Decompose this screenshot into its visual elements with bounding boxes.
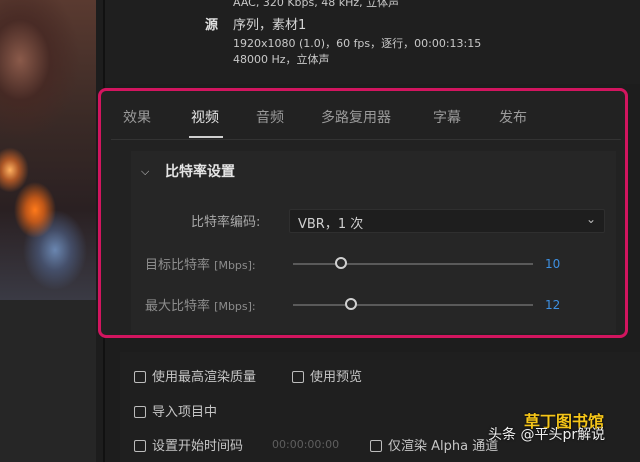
export-options: 使用最高渲染质量 使用预览 导入项目中 设置开始时间码 00:00:00:00 … — [120, 352, 640, 462]
video-info: 1920x1080 (1.0)，60 fps，逐行，00:00:13:15 — [233, 37, 482, 50]
slider-thumb[interactable] — [344, 298, 357, 310]
export-settings-panel: 效果 视频 音频 多路复用器 字幕 发布 ⌵ 比特率设置 比特率编码: VBR，… — [98, 88, 628, 338]
checkbox-icon[interactable] — [292, 371, 304, 383]
slider-thumb[interactable] — [335, 257, 347, 269]
tab-captions[interactable]: 字幕 — [433, 107, 461, 127]
checkbox-label: 使用最高渲染质量 — [152, 370, 257, 385]
checkbox-label: 仅渲染 Alpha 通道 — [388, 439, 499, 454]
slider-track — [293, 304, 533, 306]
tab-multiplexer[interactable]: 多路复用器 — [321, 107, 391, 127]
source-info: AAC, 320 Kbps, 48 kHz, 立体声 源 序列，素材1 1920… — [105, 0, 640, 84]
audio-info: 48000 Hz，立体声 — [233, 53, 330, 66]
preview-image — [0, 0, 96, 300]
tab-publish[interactable]: 发布 — [499, 107, 527, 127]
active-tab-indicator — [189, 136, 223, 138]
chevron-down-icon[interactable]: ⌵ — [141, 165, 149, 179]
program-preview — [0, 0, 96, 462]
target-bitrate-unit: [Mbps]: — [214, 259, 256, 272]
select-value: VBR，1 次 — [298, 217, 364, 232]
target-bitrate-text: 目标比特率 — [145, 258, 211, 273]
bitrate-encoding-select[interactable]: VBR，1 次 ⌄ — [289, 209, 605, 233]
tab-effects[interactable]: 效果 — [123, 107, 151, 127]
checkbox-icon[interactable] — [370, 440, 382, 452]
source-name: 序列，素材1 — [233, 18, 307, 33]
tab-video[interactable]: 视频 — [191, 107, 219, 127]
max-render-quality-checkbox[interactable]: 使用最高渲染质量 — [134, 366, 256, 385]
source-prefix: 源 — [205, 18, 219, 33]
use-preview-checkbox[interactable]: 使用预览 — [292, 366, 362, 385]
max-bitrate-text: 最大比特率 — [145, 299, 211, 314]
checkbox-icon[interactable] — [134, 406, 146, 418]
checkbox-label: 设置开始时间码 — [152, 439, 244, 454]
target-bitrate-label: 目标比特率 [Mbps]: — [145, 254, 256, 273]
target-bitrate-value[interactable]: 10 — [545, 257, 560, 271]
audio-summary: AAC, 320 Kbps, 48 kHz, 立体声 — [233, 0, 400, 9]
max-bitrate-slider[interactable] — [293, 297, 533, 313]
preview-background — [0, 300, 96, 462]
render-alpha-only-checkbox[interactable]: 仅渲染 Alpha 通道 — [370, 435, 498, 454]
bitrate-settings-section: ⌵ 比特率设置 比特率编码: VBR，1 次 ⌄ 目标比特率 [Mbps]: 1… — [131, 151, 616, 333]
section-title[interactable]: 比特率设置 — [165, 161, 235, 181]
bitrate-encoding-label: 比特率编码: — [191, 215, 261, 230]
chevron-down-icon: ⌄ — [585, 212, 596, 226]
set-start-timecode-checkbox[interactable]: 设置开始时间码 — [134, 435, 243, 454]
slider-track — [293, 263, 533, 265]
checkbox-label: 使用预览 — [310, 370, 363, 385]
checkbox-icon[interactable] — [134, 440, 146, 452]
checkbox-icon[interactable] — [134, 371, 146, 383]
checkbox-label: 导入项目中 — [152, 405, 218, 420]
start-timecode-field[interactable]: 00:00:00:00 — [272, 438, 339, 451]
target-bitrate-slider[interactable] — [293, 256, 533, 272]
watermark-text: 头条 @平头pr解说 — [488, 427, 606, 443]
max-bitrate-unit: [Mbps]: — [214, 300, 256, 313]
import-into-project-checkbox[interactable]: 导入项目中 — [134, 401, 217, 420]
max-bitrate-label: 最大比特率 [Mbps]: — [145, 295, 256, 314]
max-bitrate-value[interactable]: 12 — [545, 298, 560, 312]
tab-audio[interactable]: 音频 — [256, 107, 284, 127]
tab-divider — [111, 139, 621, 140]
